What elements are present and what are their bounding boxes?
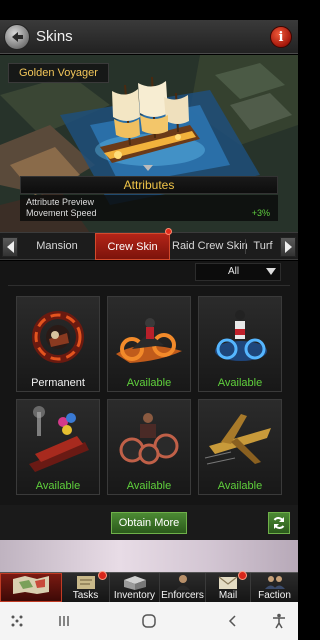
chevron-left-icon: [6, 241, 14, 253]
filter-selected-value: All: [228, 266, 240, 277]
attributes-panel: Attribute Preview Movement Speed +3%: [20, 195, 278, 221]
skin-name-label: Golden Voyager: [8, 63, 109, 83]
skin-status: Available: [35, 480, 81, 492]
accessibility-icon: [273, 613, 285, 629]
back-button[interactable]: [4, 24, 30, 50]
nav-item-mail[interactable]: Mail: [206, 571, 251, 602]
skin-status: Available: [217, 377, 263, 389]
nav-item-inventory[interactable]: Inventory: [110, 573, 160, 602]
skin-status: Available: [217, 480, 263, 492]
refresh-button[interactable]: [268, 512, 290, 534]
tasks-badge: [98, 571, 107, 580]
status-bar: [0, 0, 298, 20]
nav-item-map[interactable]: [0, 573, 62, 602]
chevron-down-icon: [266, 268, 276, 275]
nav-label: Mail: [218, 590, 238, 601]
refresh-icon: [273, 517, 285, 529]
nav-label: Tasks: [72, 590, 99, 601]
faction-icon: [264, 576, 285, 589]
nav-item-faction[interactable]: Faction: [251, 573, 298, 602]
info-button[interactable]: i: [270, 26, 292, 48]
divider: [8, 285, 290, 286]
tab-mansion[interactable]: Mansion: [22, 233, 92, 260]
nav-item-enforcers[interactable]: Enforcers: [160, 573, 206, 602]
home-icon: [142, 614, 156, 628]
new-notification-dot: [165, 228, 172, 235]
tabs-scroll-left-button[interactable]: [2, 237, 18, 257]
recent-apps-button[interactable]: [49, 612, 79, 630]
skin-card-1[interactable]: Permanent: [16, 296, 100, 392]
attribute-stat-name: Movement Speed: [26, 208, 97, 218]
attributes-header: Attributes: [20, 176, 278, 194]
skin-card-2[interactable]: Available: [107, 296, 191, 392]
inventory-icon: [123, 576, 146, 590]
chevron-left-icon: [228, 615, 236, 627]
bottom-navigation: Tasks Inventory Enforcers Mail Faction: [0, 571, 298, 602]
home-button[interactable]: [134, 612, 164, 630]
tank-bike-icon: [119, 413, 179, 465]
parade-train-icon: [29, 406, 89, 472]
grid-dots-icon: [11, 615, 23, 627]
mail-badge: [238, 571, 247, 580]
recent-apps-icon: [59, 616, 69, 626]
tab-turf[interactable]: Turf: [248, 233, 278, 260]
tasks-icon: [76, 576, 95, 589]
system-navigation-bar: [0, 602, 298, 640]
skin-status: Available: [126, 377, 172, 389]
header-bar: Skins i: [0, 20, 298, 54]
skin-category-tabs: Mansion Crew Skin Raid Crew Skin Turf: [0, 232, 298, 260]
filter-dropdown[interactable]: All: [195, 263, 281, 281]
blurred-banner: [0, 540, 298, 572]
mail-icon: [218, 576, 238, 589]
expand-arrow-icon[interactable]: [143, 165, 153, 171]
tabs-scroll-right-button[interactable]: [280, 237, 296, 257]
tab-raid-crew-skin[interactable]: Raid Crew Skin: [172, 233, 248, 260]
fire-ring-icon: [32, 311, 84, 363]
skin-status: Available: [126, 480, 172, 492]
obtain-more-button[interactable]: Obtain More: [111, 512, 187, 534]
skin-status: Permanent: [31, 377, 85, 389]
nav-label: Inventory: [113, 590, 156, 601]
system-apps-button[interactable]: [2, 612, 32, 630]
system-back-button[interactable]: [218, 612, 248, 630]
golden-jet-ship-icon: [204, 414, 271, 465]
nav-item-tasks[interactable]: Tasks: [62, 571, 110, 602]
info-icon: i: [278, 29, 284, 45]
attribute-preview-label: Attribute Preview: [26, 197, 95, 207]
tab-crew-skin[interactable]: Crew Skin: [95, 233, 170, 260]
blue-flame-rider-icon: [215, 310, 267, 361]
enforcers-icon: [175, 575, 190, 590]
skin-card-3[interactable]: Available: [198, 296, 282, 392]
nav-label: Faction: [258, 590, 291, 601]
tab-divider: [245, 239, 246, 254]
skin-card-4[interactable]: Available: [16, 399, 100, 495]
skin-card-5[interactable]: Available: [107, 399, 191, 495]
attribute-stat-value: +3%: [251, 208, 270, 218]
skin-card-6[interactable]: Available: [198, 399, 282, 495]
chevron-right-icon: [284, 241, 292, 253]
nav-label: Enforcers: [161, 590, 204, 601]
page-title: Skins: [36, 28, 73, 45]
map-icon: [13, 576, 49, 594]
back-arrow-icon: [12, 32, 23, 42]
flame-motorbike-icon: [116, 318, 182, 363]
accessibility-button[interactable]: [264, 612, 294, 630]
